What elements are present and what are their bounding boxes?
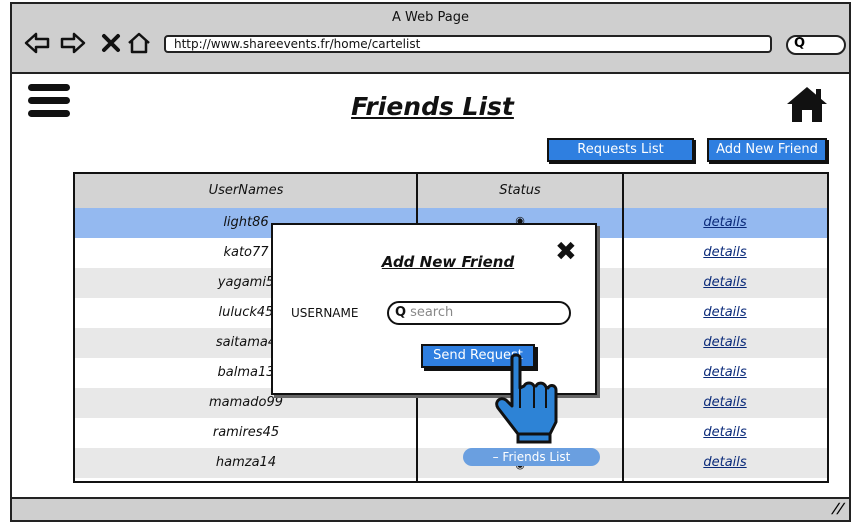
row-username: mamado99 (208, 395, 283, 410)
row-username: ramires45 (212, 425, 280, 440)
friends-list-tooltip: – Friends List (463, 448, 600, 466)
search-icon: Q (395, 305, 407, 320)
details-link[interactable]: details (623, 455, 827, 470)
details-link[interactable]: details (623, 215, 827, 230)
window-title: A Web Page (392, 10, 469, 25)
search-icon: Q (794, 36, 806, 51)
details-link[interactable]: details (623, 275, 827, 290)
details-link[interactable]: details (623, 395, 827, 410)
resize-grip-icon[interactable]: // (830, 501, 846, 517)
address-bar[interactable]: http://www.shareevents.fr/home/cartelist (164, 35, 772, 53)
details-link[interactable]: details (623, 245, 827, 260)
header-usernames: UserNames (208, 183, 284, 198)
table-header: UserNames Status (75, 174, 827, 209)
table-row[interactable]: ramires45 details (75, 418, 827, 448)
table-row[interactable]: hamza14 ◉ details (75, 448, 827, 478)
details-link[interactable]: details (623, 305, 827, 320)
browser-search-box[interactable]: Q (786, 35, 846, 55)
username-label: USERNAME (291, 306, 359, 320)
details-link[interactable]: details (623, 425, 827, 440)
pointing-hand-icon (490, 352, 570, 444)
search-placeholder: search (410, 305, 454, 320)
header-status: Status (499, 183, 541, 198)
row-username: hamza14 (215, 455, 277, 470)
details-link[interactable]: details (623, 335, 827, 350)
back-arrow-icon[interactable] (24, 30, 50, 56)
requests-list-button[interactable]: Requests List (547, 138, 694, 162)
status-bar: // (10, 497, 851, 522)
home-icon[interactable] (785, 84, 829, 124)
details-link[interactable]: details (623, 365, 827, 380)
forward-arrow-icon[interactable] (60, 30, 86, 56)
add-new-friend-button[interactable]: Add New Friend (707, 138, 827, 162)
close-icon[interactable]: ✖ (555, 237, 577, 267)
username-search-input[interactable]: Qsearch (387, 301, 571, 325)
page-title: Friends List (351, 92, 514, 121)
home-outline-icon[interactable] (126, 30, 152, 56)
browser-toolbar: A Web Page http://www.shareevents.fr/hom… (10, 2, 851, 74)
close-x-icon[interactable] (98, 30, 124, 56)
column-divider (622, 174, 624, 481)
